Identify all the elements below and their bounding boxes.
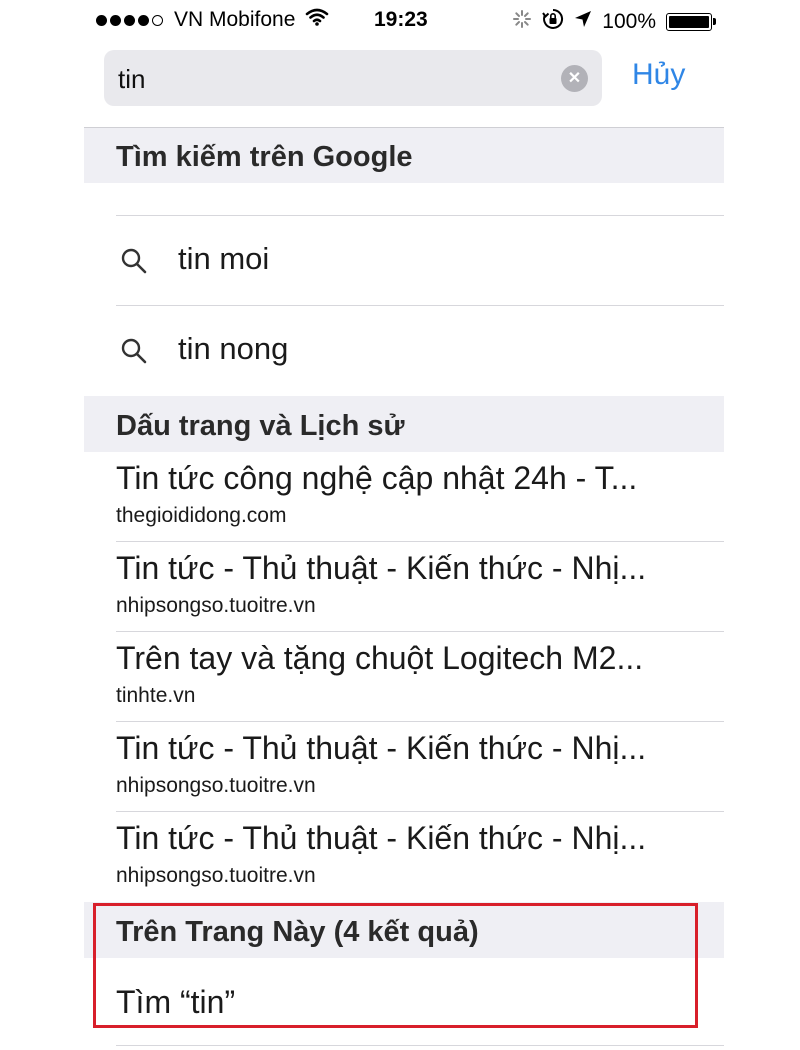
location-arrow-icon bbox=[574, 10, 592, 34]
signal-strength-icon bbox=[96, 14, 166, 26]
history-item-title: Tin tức - Thủ thuật - Kiến thức - Nhị... bbox=[116, 820, 647, 856]
orientation-lock-icon bbox=[542, 8, 564, 36]
find-on-page-row[interactable]: Tìm “tin” bbox=[84, 958, 724, 1044]
history-item-url: nhipsongso.tuoitre.vn bbox=[116, 864, 316, 887]
find-on-page-label: Tìm “tin” bbox=[116, 984, 236, 1020]
history-item-url: nhipsongso.tuoitre.vn bbox=[116, 774, 316, 797]
history-item-title: Tin tức - Thủ thuật - Kiến thức - Nhị... bbox=[116, 730, 647, 766]
status-bar: VN Mobifone 19:23 100% bbox=[84, 0, 724, 42]
clock: 19:23 bbox=[374, 8, 428, 31]
history-item-url: nhipsongso.tuoitre.vn bbox=[116, 594, 316, 617]
status-right: 100% bbox=[502, 8, 716, 36]
wifi-icon bbox=[305, 8, 329, 32]
search-icon bbox=[120, 337, 148, 370]
suggestion-text: tin moi bbox=[178, 241, 270, 276]
google-suggestion-2[interactable]: tin nong bbox=[84, 306, 724, 394]
search-icon bbox=[120, 247, 148, 280]
history-item-title: Tin tức công nghệ cập nhật 24h - T... bbox=[116, 460, 638, 496]
history-item-title: Tin tức - Thủ thuật - Kiến thức - Nhị... bbox=[116, 550, 647, 586]
suggestion-text: tin nong bbox=[178, 331, 289, 366]
history-item-2[interactable]: Tin tức - Thủ thuật - Kiến thức - Nhị...… bbox=[84, 542, 724, 631]
history-item-title: Trên tay và tặng chuột Logitech M2... bbox=[116, 640, 644, 676]
battery-icon bbox=[666, 13, 716, 31]
history-item-5[interactable]: Tin tức - Thủ thuật - Kiến thức - Nhị...… bbox=[84, 812, 724, 901]
search-input[interactable]: tin ✕ bbox=[104, 50, 602, 106]
search-query-text: tin bbox=[118, 64, 146, 94]
clear-search-button[interactable]: ✕ bbox=[561, 65, 588, 92]
battery-percentage: 100% bbox=[602, 10, 656, 33]
history-item-4[interactable]: Tin tức - Thủ thuật - Kiến thức - Nhị...… bbox=[84, 722, 724, 811]
search-bar: tin ✕ Hủy bbox=[84, 42, 724, 128]
history-section-header: Dấu trang và Lịch sử bbox=[84, 396, 724, 452]
google-section-header: Tìm kiếm trên Google bbox=[84, 128, 724, 183]
history-item-url: thegioididong.com bbox=[116, 504, 287, 527]
activity-spinner-icon bbox=[512, 9, 532, 35]
on-page-section-header: Trên Trang Này (4 kết quả) bbox=[84, 902, 724, 958]
row-separator bbox=[116, 1045, 724, 1046]
google-suggestion-1[interactable]: tin moi bbox=[84, 216, 724, 304]
cancel-button[interactable]: Hủy bbox=[632, 58, 685, 92]
history-item-1[interactable]: Tin tức công nghệ cập nhật 24h - T... th… bbox=[84, 452, 724, 541]
history-item-url: tinhte.vn bbox=[116, 684, 196, 707]
history-item-3[interactable]: Trên tay và tặng chuột Logitech M2... ti… bbox=[84, 632, 724, 721]
safari-search-screen: VN Mobifone 19:23 100% tin ✕ Hủy Tìm kiế… bbox=[84, 0, 724, 1050]
carrier-name: VN Mobifone bbox=[174, 8, 296, 31]
status-left: VN Mobifone bbox=[96, 8, 329, 32]
